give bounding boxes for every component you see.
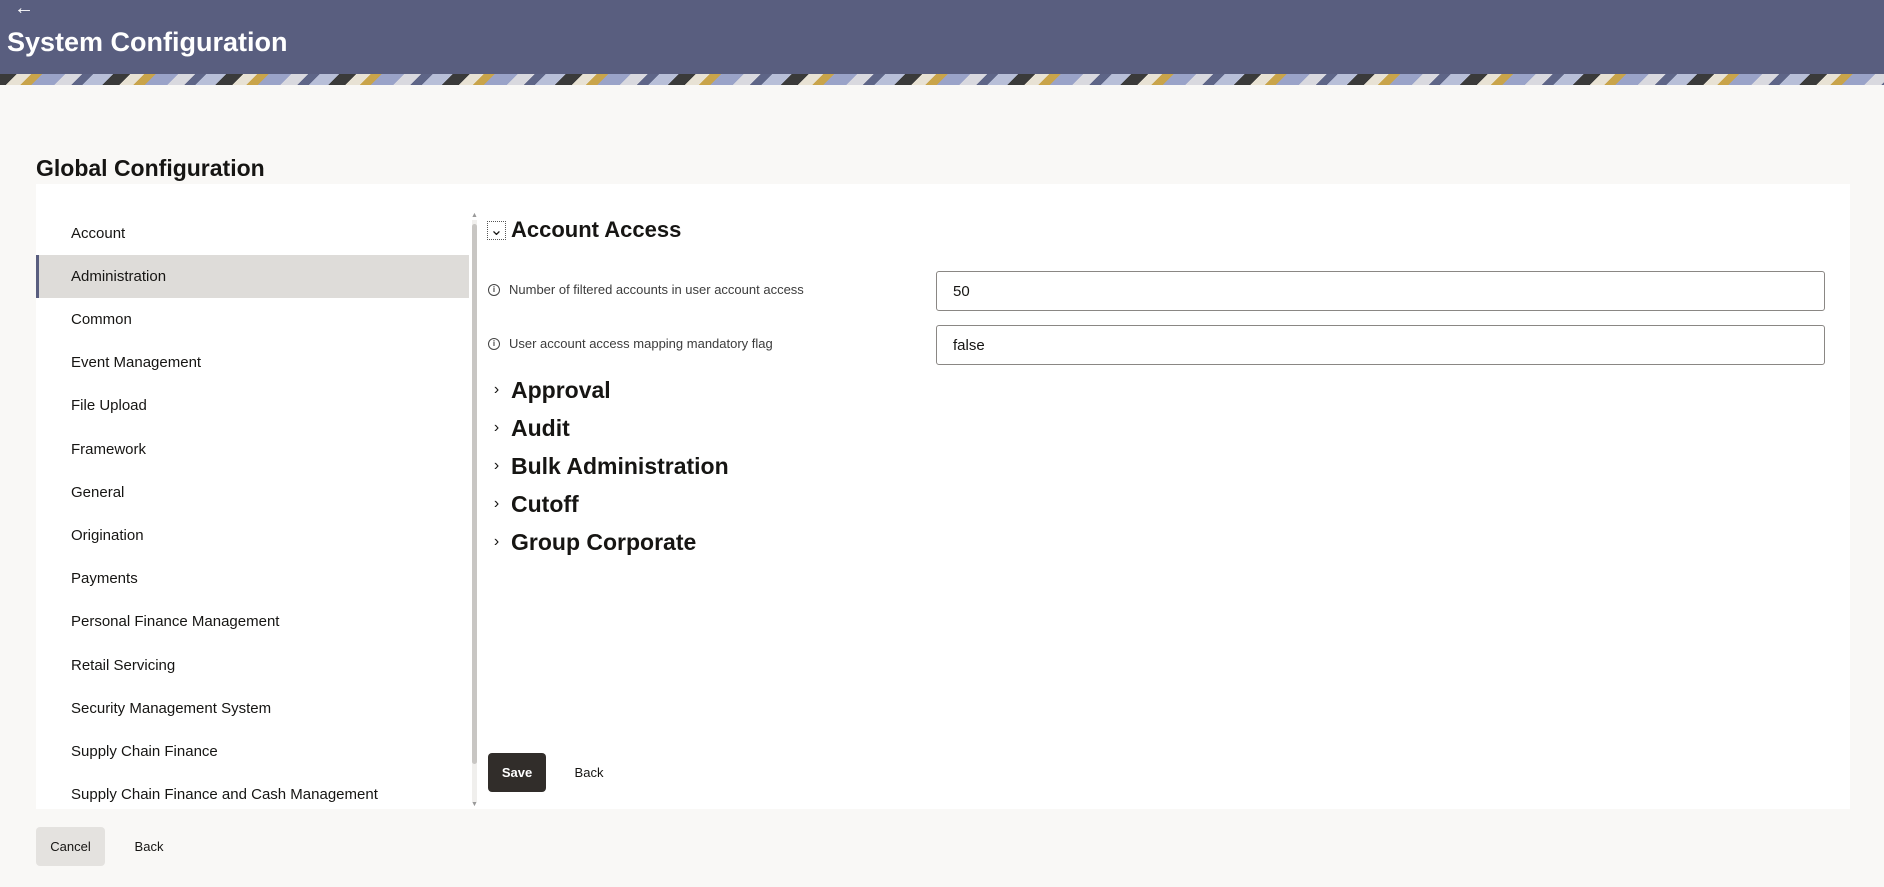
section-title-cutoff: Cutoff (511, 490, 579, 517)
field-row-mapping-mandatory-flag: i User account access mapping mandatory … (488, 325, 1826, 365)
sidebar-item-supply-chain-finance[interactable]: Supply Chain Finance (36, 730, 469, 773)
sidebar-item-administration[interactable]: Administration (36, 255, 469, 298)
sidebar-item-file-upload[interactable]: File Upload (36, 384, 469, 427)
sidebar-item-label: Origination (71, 527, 144, 544)
filtered-accounts-input[interactable]: 50 (936, 271, 1825, 311)
sidebar-item-personal-finance-management[interactable]: Personal Finance Management (36, 600, 469, 643)
sidebar-item-label: Retail Servicing (71, 657, 176, 674)
section-title-group-corporate: Group Corporate (511, 528, 697, 555)
section-approval-header[interactable]: › Approval (488, 375, 611, 405)
app-header: ← System Configuration (0, 0, 1884, 74)
chevron-right-icon[interactable]: › (488, 495, 505, 513)
sidebar-item-label: Common (71, 311, 132, 328)
sidebar-item-event-management[interactable]: Event Management (36, 341, 469, 384)
section-account-access-header[interactable]: ⌄ Account Access (487, 215, 682, 245)
sidebar-item-retail-servicing[interactable]: Retail Servicing (36, 644, 469, 687)
chevron-right-icon[interactable]: › (488, 457, 505, 475)
sidebar-item-label: Account (71, 225, 126, 242)
sidebar-item-label: Framework (71, 441, 147, 458)
sidebar-item-framework[interactable]: Framework (36, 428, 469, 471)
sidebar-item-label: General (71, 484, 125, 501)
info-icon[interactable]: i (488, 338, 500, 350)
header-banner-pattern (0, 74, 1884, 85)
sidebar-item-common[interactable]: Common (36, 298, 469, 341)
sidebar-item-label: Event Management (71, 354, 202, 371)
section-title-bulk-administration: Bulk Administration (511, 452, 729, 479)
arrow-left-icon[interactable]: ← (14, 0, 34, 18)
page-title: System Configuration (7, 27, 288, 57)
section-title-approval: Approval (511, 376, 611, 403)
chevron-right-icon[interactable]: › (488, 419, 505, 437)
sidebar-item-general[interactable]: General (36, 471, 469, 514)
save-button[interactable]: Save (488, 753, 546, 792)
section-bulk-administration-header[interactable]: › Bulk Administration (488, 451, 729, 481)
scrollbar-thumb[interactable] (472, 224, 477, 764)
section-audit-header[interactable]: › Audit (488, 413, 570, 443)
chevron-right-icon[interactable]: › (488, 533, 505, 551)
sidebar-item-account[interactable]: Account (36, 212, 469, 255)
sidebar-item-label: Supply Chain Finance and Cash Management (71, 786, 378, 803)
section-title: Global Configuration (36, 155, 265, 181)
field-label: Number of filtered accounts in user acco… (509, 282, 804, 297)
sidebar-item-label: Payments (71, 570, 138, 587)
sidebar-item-label: Administration (71, 268, 167, 285)
scroll-down-icon[interactable]: ▼ (471, 801, 478, 809)
sidebar-item-label: Supply Chain Finance (71, 743, 218, 760)
footer-back-button[interactable]: Back (125, 827, 173, 866)
section-title-account-access: Account Access (511, 217, 682, 242)
mapping-mandatory-flag-input[interactable]: false (936, 325, 1825, 365)
sidebar-item-origination[interactable]: Origination (36, 514, 469, 557)
chevron-down-icon[interactable]: ⌄ (487, 220, 506, 240)
section-group-corporate-header[interactable]: › Group Corporate (488, 527, 696, 557)
sidebar-nav: Account Administration Common Event Mana… (36, 212, 469, 812)
field-row-filtered-accounts: i Number of filtered accounts in user ac… (488, 271, 1826, 311)
sidebar-item-label: Personal Finance Management (71, 613, 280, 630)
sidebar-scrollbar[interactable]: ▲ ▼ (471, 212, 478, 809)
section-cutoff-header[interactable]: › Cutoff (488, 489, 579, 519)
sidebar-item-security-management-system[interactable]: Security Management System (36, 687, 469, 730)
sidebar-item-label: Security Management System (71, 700, 272, 717)
back-button[interactable]: Back (565, 753, 613, 792)
scroll-up-icon[interactable]: ▲ (471, 212, 478, 220)
sidebar-item-payments[interactable]: Payments (36, 557, 469, 600)
info-icon[interactable]: i (488, 284, 500, 296)
sidebar-item-supply-chain-finance-and-cash-management[interactable]: Supply Chain Finance and Cash Management (36, 773, 469, 816)
field-label: User account access mapping mandatory fl… (509, 336, 773, 351)
cancel-button[interactable]: Cancel (36, 827, 105, 866)
sidebar-item-label: File Upload (71, 397, 147, 414)
section-title-audit: Audit (511, 414, 570, 441)
chevron-right-icon[interactable]: › (488, 381, 505, 399)
